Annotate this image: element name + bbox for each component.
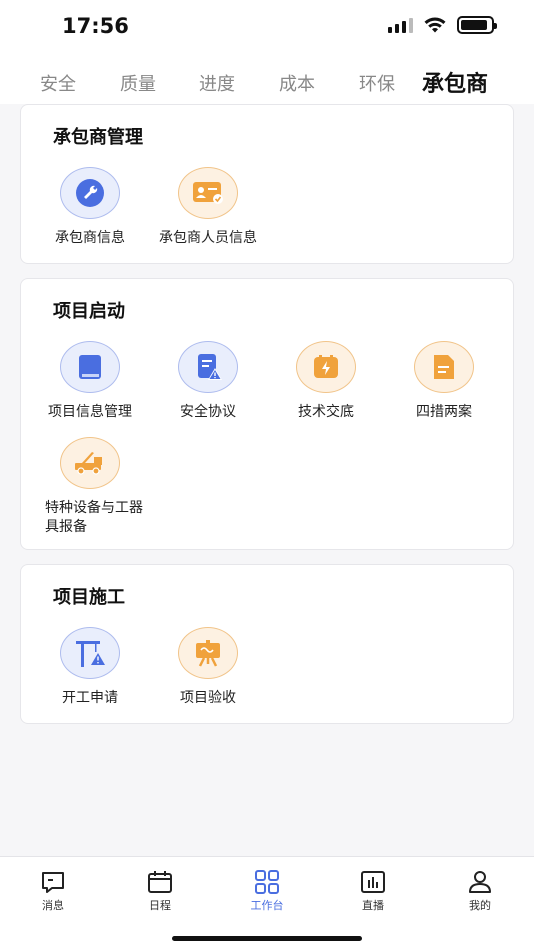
- grid-icon: [232, 869, 302, 895]
- id-card-icon: [178, 167, 238, 219]
- section-project-start: 项目启动 项目信息管理 安全协议 技术交底 四措两案 特种设备与工器具报备: [20, 278, 514, 550]
- tab-cost[interactable]: 成本: [279, 70, 315, 96]
- item-label: 项目信息管理: [48, 404, 132, 420]
- item-special-equipment[interactable]: 特种设备与工器具报备: [31, 437, 149, 537]
- item-label: 开工申请: [62, 690, 118, 706]
- section-project-construction: 项目施工 开工申请 项目验收: [20, 564, 514, 724]
- message-icon: [18, 869, 88, 895]
- nav-profile[interactable]: 我的: [445, 869, 515, 913]
- section-title: 项目启动: [53, 301, 125, 322]
- item-four-measures[interactable]: 四措两案: [385, 341, 503, 422]
- category-tabs: 安全 质量 进度 成本 环保 承包商: [0, 56, 534, 104]
- tab-safety[interactable]: 安全: [40, 70, 76, 96]
- section-title: 项目施工: [53, 587, 125, 608]
- lightning-icon: [296, 341, 356, 393]
- signal-icon: [388, 17, 413, 33]
- item-label: 承包商人员信息: [159, 230, 257, 246]
- item-label: 承包商信息: [55, 230, 125, 246]
- item-label: 四措两案: [416, 404, 472, 420]
- document-warning-icon: [178, 341, 238, 393]
- tower-crane-icon: [60, 627, 120, 679]
- nav-label: 工作台: [250, 899, 284, 912]
- tab-quality[interactable]: 质量: [120, 70, 156, 96]
- file-icon: [414, 341, 474, 393]
- user-icon: [445, 869, 515, 895]
- status-icons: [388, 16, 497, 34]
- item-technical-briefing[interactable]: 技术交底: [267, 341, 385, 422]
- status-time: 17:56: [62, 14, 129, 38]
- item-contractor-personnel[interactable]: 承包商人员信息: [149, 167, 267, 248]
- wrench-icon: [60, 167, 120, 219]
- nav-label: 直播: [362, 899, 384, 912]
- tab-contractor[interactable]: 承包商: [422, 66, 488, 98]
- wifi-icon: [424, 17, 446, 33]
- book-icon: [60, 341, 120, 393]
- presentation-board-icon: [178, 627, 238, 679]
- item-project-info[interactable]: 项目信息管理: [31, 341, 149, 422]
- item-label: 安全协议: [180, 404, 236, 420]
- item-label: 特种设备与工器具报备: [45, 500, 143, 535]
- item-safety-agreement[interactable]: 安全协议: [149, 341, 267, 422]
- item-label: 技术交底: [298, 404, 354, 420]
- tab-environment[interactable]: 环保: [359, 70, 395, 96]
- nav-messages[interactable]: 消息: [18, 869, 88, 913]
- calendar-icon: [125, 869, 195, 895]
- nav-workbench[interactable]: 工作台: [232, 869, 302, 913]
- item-project-acceptance[interactable]: 项目验收: [149, 627, 267, 708]
- section-contractor-management: 承包商管理 承包商信息 承包商人员信息: [20, 104, 514, 264]
- home-indicator[interactable]: [172, 936, 362, 941]
- section-title: 承包商管理: [53, 127, 143, 148]
- nav-label: 我的: [469, 899, 491, 912]
- battery-icon: [457, 16, 497, 34]
- nav-schedule[interactable]: 日程: [125, 869, 195, 913]
- nav-live[interactable]: 直播: [338, 869, 408, 913]
- crane-truck-icon: [60, 437, 120, 489]
- chart-icon: [338, 869, 408, 895]
- item-start-application[interactable]: 开工申请: [31, 627, 149, 708]
- nav-label: 消息: [42, 899, 64, 912]
- item-label: 项目验收: [180, 690, 236, 706]
- tab-progress[interactable]: 进度: [199, 70, 235, 96]
- status-bar: 17:56: [0, 0, 534, 56]
- item-contractor-info[interactable]: 承包商信息: [31, 167, 149, 248]
- nav-label: 日程: [149, 899, 171, 912]
